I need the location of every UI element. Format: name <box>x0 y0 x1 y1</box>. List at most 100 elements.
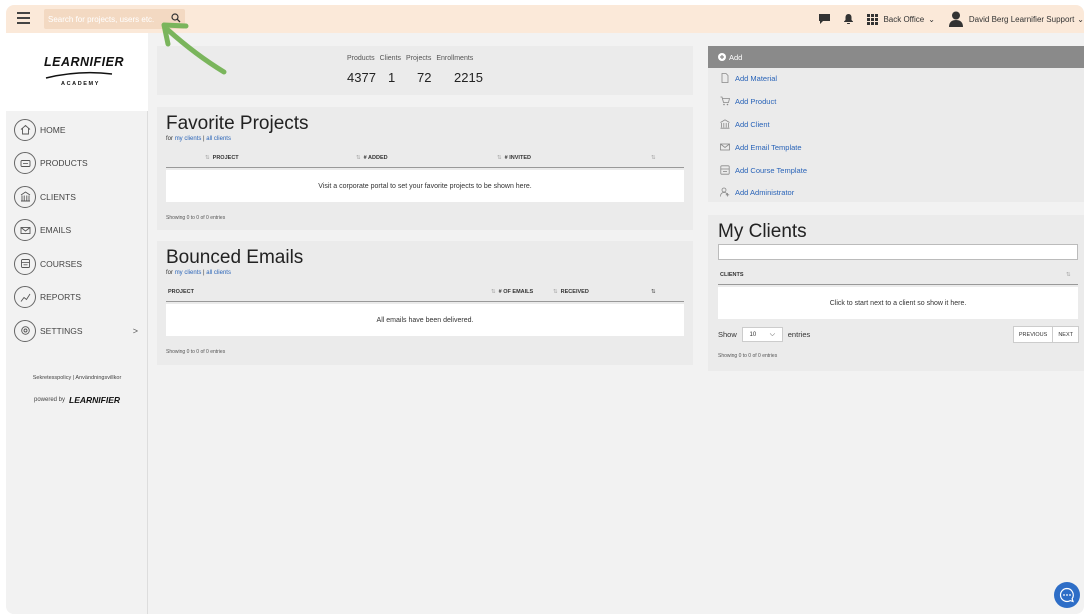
apps-grid-icon <box>867 13 879 25</box>
column-header: CLIENTS <box>720 272 744 278</box>
page-size-value: 10 <box>749 331 757 338</box>
add-item-label: Add Course Template <box>735 165 807 175</box>
powered-by-logo[interactable]: LEARNIFIER <box>69 395 120 405</box>
add-user-icon <box>720 187 730 197</box>
my-clients-search-input[interactable] <box>718 244 1078 260</box>
products-icon <box>14 152 36 175</box>
add-client-link[interactable]: Add Client <box>720 119 770 129</box>
favorites-empty-row: Visit a corporate portal to set your fav… <box>166 170 684 202</box>
bounced-my-clients-link[interactable]: my clients <box>175 270 202 276</box>
page-size-select[interactable]: 10 ⌵ <box>741 327 783 342</box>
sidebar-item-label: SETTINGS <box>40 325 83 336</box>
column-header: # OF EMAILS <box>498 289 534 295</box>
bounced-all-clients-link[interactable]: all clients <box>206 270 231 276</box>
previous-page-button[interactable]: PREVIOUS <box>1012 326 1054 343</box>
chat-icon <box>1059 587 1074 603</box>
column-header: RECEIVED <box>560 289 589 295</box>
chevron-down-icon: ⌄ <box>928 14 935 24</box>
clients-col-sort[interactable]: ⇅ <box>1066 272 1071 278</box>
header-divider <box>166 167 684 168</box>
favorites-showing-info: Showing 0 to 0 of 0 entries <box>166 215 226 221</box>
back-office-menu[interactable]: Back Office ⌄ <box>867 13 935 25</box>
courses-icon <box>14 252 36 275</box>
favorites-col-actions[interactable]: ⇅ <box>651 155 656 161</box>
favorites-separator: | <box>203 136 205 142</box>
emails-icon <box>14 219 36 242</box>
stat-label-projects: Projects <box>406 55 432 62</box>
clients-showing-info: Showing 0 to 0 of 0 entries <box>718 353 778 359</box>
stat-label-clients: Clients <box>379 55 402 62</box>
bank-icon <box>720 119 730 129</box>
bounced-col-sort[interactable]: ⇅ <box>651 289 656 295</box>
chevron-down-icon: ⌵ <box>769 330 776 338</box>
add-course-template-link[interactable]: Add Course Template <box>720 165 807 175</box>
search-input[interactable] <box>44 9 159 30</box>
notifications-bell-icon[interactable] <box>844 14 854 24</box>
bounced-for-label: for <box>166 270 174 276</box>
favorites-col-added[interactable]: ⇅ # ADDED <box>356 155 388 161</box>
powered-by-text: powered by <box>33 397 66 403</box>
stats-panel: Products Clients Projects Enrollments 43… <box>157 46 693 95</box>
show-label: Show <box>718 330 737 339</box>
my-clients-panel: My Clients CLIENTS ⇅ Click to start next… <box>708 215 1084 371</box>
next-page-button[interactable]: NEXT <box>1053 326 1079 343</box>
learnifier-academy-logo[interactable]: LEARNIFIER ACADEMY <box>6 33 148 111</box>
sidebar-item-home[interactable]: HOME <box>6 113 148 147</box>
stat-label-enrollments: Enrollments <box>436 55 474 62</box>
add-email-template-link[interactable]: Add Email Template <box>720 142 802 152</box>
add-item-label: Add Client <box>735 119 770 129</box>
entries-label: entries <box>787 330 811 339</box>
sidebar-item-settings[interactable]: SETTINGS > <box>6 314 148 348</box>
favorites-col-project[interactable]: ⇅ PROJECT <box>205 155 239 161</box>
bounced-col-project[interactable]: PROJECT <box>168 289 194 295</box>
sidebar-item-products[interactable]: PRODUCTS <box>6 147 148 181</box>
chevron-down-icon: ⌄ <box>1077 14 1084 24</box>
add-material-link[interactable]: Add Material <box>720 73 777 83</box>
chevron-right-icon[interactable]: > <box>133 326 138 336</box>
bounced-emails-title: Bounced Emails <box>166 247 304 268</box>
pagination: PREVIOUS NEXT <box>1012 326 1079 343</box>
bounced-emails-panel: Bounced Emails for my clients | all clie… <box>157 241 693 365</box>
hamburger-menu-icon[interactable] <box>17 12 30 24</box>
annotation-arrow-icon <box>161 22 227 75</box>
user-menu[interactable]: David Berg Learnifier Support ⌄ <box>948 11 1084 27</box>
sidebar-nav: HOME PRODUCTS CLIENTS EMAILS COURSES REP… <box>6 113 148 348</box>
plus-circle-icon <box>718 53 726 61</box>
clients-col-clients[interactable]: CLIENTS <box>720 272 744 278</box>
bounced-col-received[interactable]: ⇅ RECEIVED <box>553 289 589 295</box>
sidebar-item-courses[interactable]: COURSES <box>6 247 148 281</box>
add-administrator-link[interactable]: Add Administrator <box>720 187 794 197</box>
my-clients-title: My Clients <box>718 221 807 242</box>
messages-icon[interactable] <box>819 14 831 24</box>
settings-icon <box>14 319 36 342</box>
column-header: # INVITED <box>504 155 531 161</box>
sort-icon: ⇅ <box>651 155 656 161</box>
add-header-label: Add <box>729 52 743 62</box>
add-panel-header: Add <box>708 46 1084 68</box>
favorites-all-clients-link[interactable]: all clients <box>206 136 231 142</box>
sidebar-item-clients[interactable]: CLIENTS <box>6 180 148 214</box>
cart-icon <box>720 96 730 106</box>
sidebar-item-reports[interactable]: REPORTS <box>6 281 148 315</box>
logo-word: LEARNIFIER <box>44 55 124 69</box>
logo-subtitle: ACADEMY <box>61 81 101 87</box>
sidebar-item-emails[interactable]: EMAILS <box>6 214 148 248</box>
add-item-label: Add Administrator <box>735 187 795 197</box>
add-product-link[interactable]: Add Product <box>720 96 776 106</box>
app-frame: Back Office ⌄ David Berg Learnifier Supp… <box>6 5 1084 614</box>
bounced-col-emails[interactable]: ⇅ # OF EMAILS <box>491 289 533 295</box>
reports-icon <box>14 286 36 309</box>
favorites-col-invited[interactable]: ⇅ # INVITED <box>497 155 531 161</box>
footer-links[interactable]: Sekretesspolicy | Användningsvillkor <box>6 375 148 381</box>
sort-icon: ⇅ <box>553 289 558 295</box>
stat-value-enrollments: 2215 <box>454 70 483 85</box>
column-header: # ADDED <box>363 155 388 161</box>
add-item-label: Add Material <box>735 73 778 83</box>
favorites-filter: for my clients | all clients <box>166 136 231 142</box>
favorites-my-clients-link[interactable]: my clients <box>175 136 202 142</box>
chat-support-button[interactable] <box>1054 582 1080 608</box>
sort-icon: ⇅ <box>205 155 210 161</box>
sort-icon: ⇅ <box>497 155 502 161</box>
stat-label-products: Products <box>347 55 375 62</box>
bounced-separator: | <box>203 270 205 276</box>
